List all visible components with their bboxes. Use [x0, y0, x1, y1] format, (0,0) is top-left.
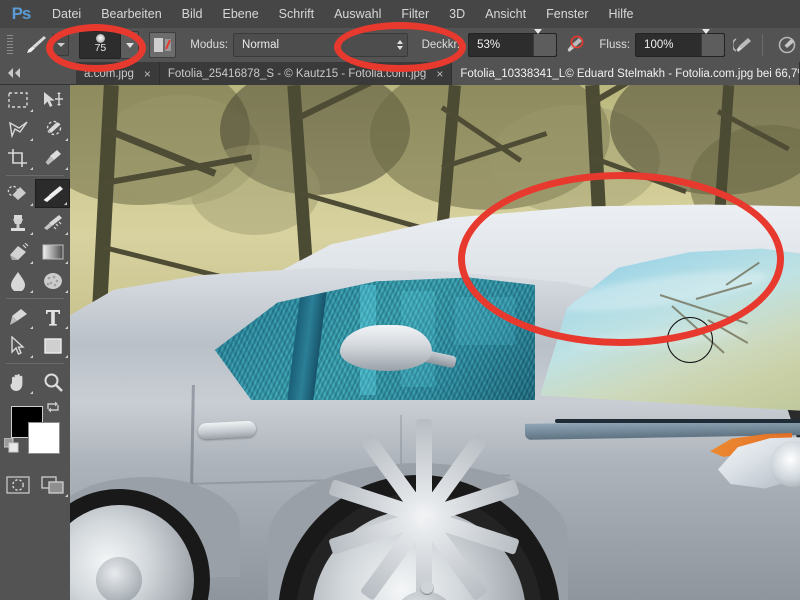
options-divider [762, 34, 764, 56]
menu-schrift[interactable]: Schrift [269, 0, 324, 28]
car-door-handle [197, 420, 257, 440]
pen-tool[interactable] [0, 302, 35, 331]
lasso-tool[interactable] [0, 114, 35, 143]
mode-buttons [0, 470, 70, 499]
blend-mode-value: Normal [242, 39, 280, 51]
quick-mask-icon[interactable] [0, 470, 35, 499]
screen-mode-icon[interactable] [35, 470, 70, 499]
menu-3d[interactable]: 3D [439, 0, 475, 28]
menu-ebene[interactable]: Ebene [213, 0, 269, 28]
opacity-field[interactable]: 53% [468, 29, 557, 57]
flow-label: Fluss: [599, 39, 631, 51]
close-icon[interactable]: × [436, 68, 443, 80]
eraser-tool[interactable] [0, 237, 35, 266]
crop-tool[interactable] [0, 143, 35, 172]
rectangle-shape-tool[interactable] [35, 331, 70, 360]
car-wiper [555, 415, 800, 429]
menu-fenster[interactable]: Fenster [536, 0, 598, 28]
menu-hilfe[interactable]: Hilfe [599, 0, 644, 28]
photoshop-logo: Ps [11, 4, 32, 23]
color-swatches [0, 400, 70, 464]
photoshop-window: Ps Datei Bearbeiten Bild Ebene Schrift A… [0, 0, 800, 600]
tool-more-corner-icon [30, 109, 33, 112]
brush-smoothing-icon[interactable] [775, 32, 800, 58]
zoom-tool[interactable] [35, 367, 70, 396]
flow-field[interactable]: 100% [635, 29, 726, 57]
car-side-mirror [340, 325, 432, 371]
document-canvas[interactable] [70, 85, 800, 600]
path-selection-tool[interactable] [0, 331, 35, 360]
document-tab-title: Fotolia_10338341_L© Eduard Stelmakh - Fo… [460, 67, 800, 80]
opacity-value: 53% [477, 39, 501, 51]
flow-value: 100% [644, 39, 674, 51]
toolbox-divider [6, 298, 64, 299]
toolbox-divider [6, 363, 64, 364]
default-colors-icon[interactable] [3, 437, 20, 459]
photo-image [70, 85, 800, 600]
eyedropper-tool[interactable] [35, 143, 70, 172]
tablet-pressure-size-icon[interactable] [149, 32, 177, 58]
windshield-area-highlight-ellipse [458, 172, 784, 346]
opacity-highlight-ellipse [334, 22, 466, 72]
menu-ansicht[interactable]: Ansicht [475, 0, 536, 28]
dodge-tool[interactable] [35, 266, 70, 295]
move-tool[interactable] [35, 85, 70, 114]
menu-bild[interactable]: Bild [172, 0, 213, 28]
opacity-chevron-down-icon[interactable] [532, 29, 556, 56]
brush-tool-icon[interactable] [22, 32, 49, 58]
rectangular-marquee-tool[interactable] [0, 85, 35, 114]
quick-selection-tool[interactable] [35, 114, 70, 143]
brush-size-highlight-ellipse [46, 24, 146, 72]
mode-label: Modus: [190, 39, 229, 51]
clone-stamp-tool[interactable] [0, 208, 35, 237]
toolbox-divider [6, 175, 64, 176]
hand-tool[interactable] [0, 367, 35, 396]
tablet-pressure-opacity-icon[interactable] [563, 32, 588, 58]
blur-tool[interactable] [0, 266, 35, 295]
close-icon[interactable]: × [144, 68, 151, 80]
spot-healing-brush-tool[interactable] [0, 179, 35, 208]
background-color-swatch[interactable] [28, 422, 60, 454]
options-bar-grip[interactable] [3, 32, 16, 58]
swap-colors-icon[interactable] [46, 400, 60, 417]
airbrush-icon[interactable] [731, 32, 756, 58]
gradient-tool[interactable] [35, 237, 70, 266]
history-brush-tool[interactable] [35, 208, 70, 237]
toolbox [0, 85, 70, 600]
flow-chevron-down-icon[interactable] [701, 29, 725, 56]
document-tab-active[interactable]: Fotolia_10338341_L© Eduard Stelmakh - Fo… [452, 62, 800, 85]
brush-tool[interactable] [35, 179, 70, 208]
type-tool[interactable] [35, 302, 70, 331]
